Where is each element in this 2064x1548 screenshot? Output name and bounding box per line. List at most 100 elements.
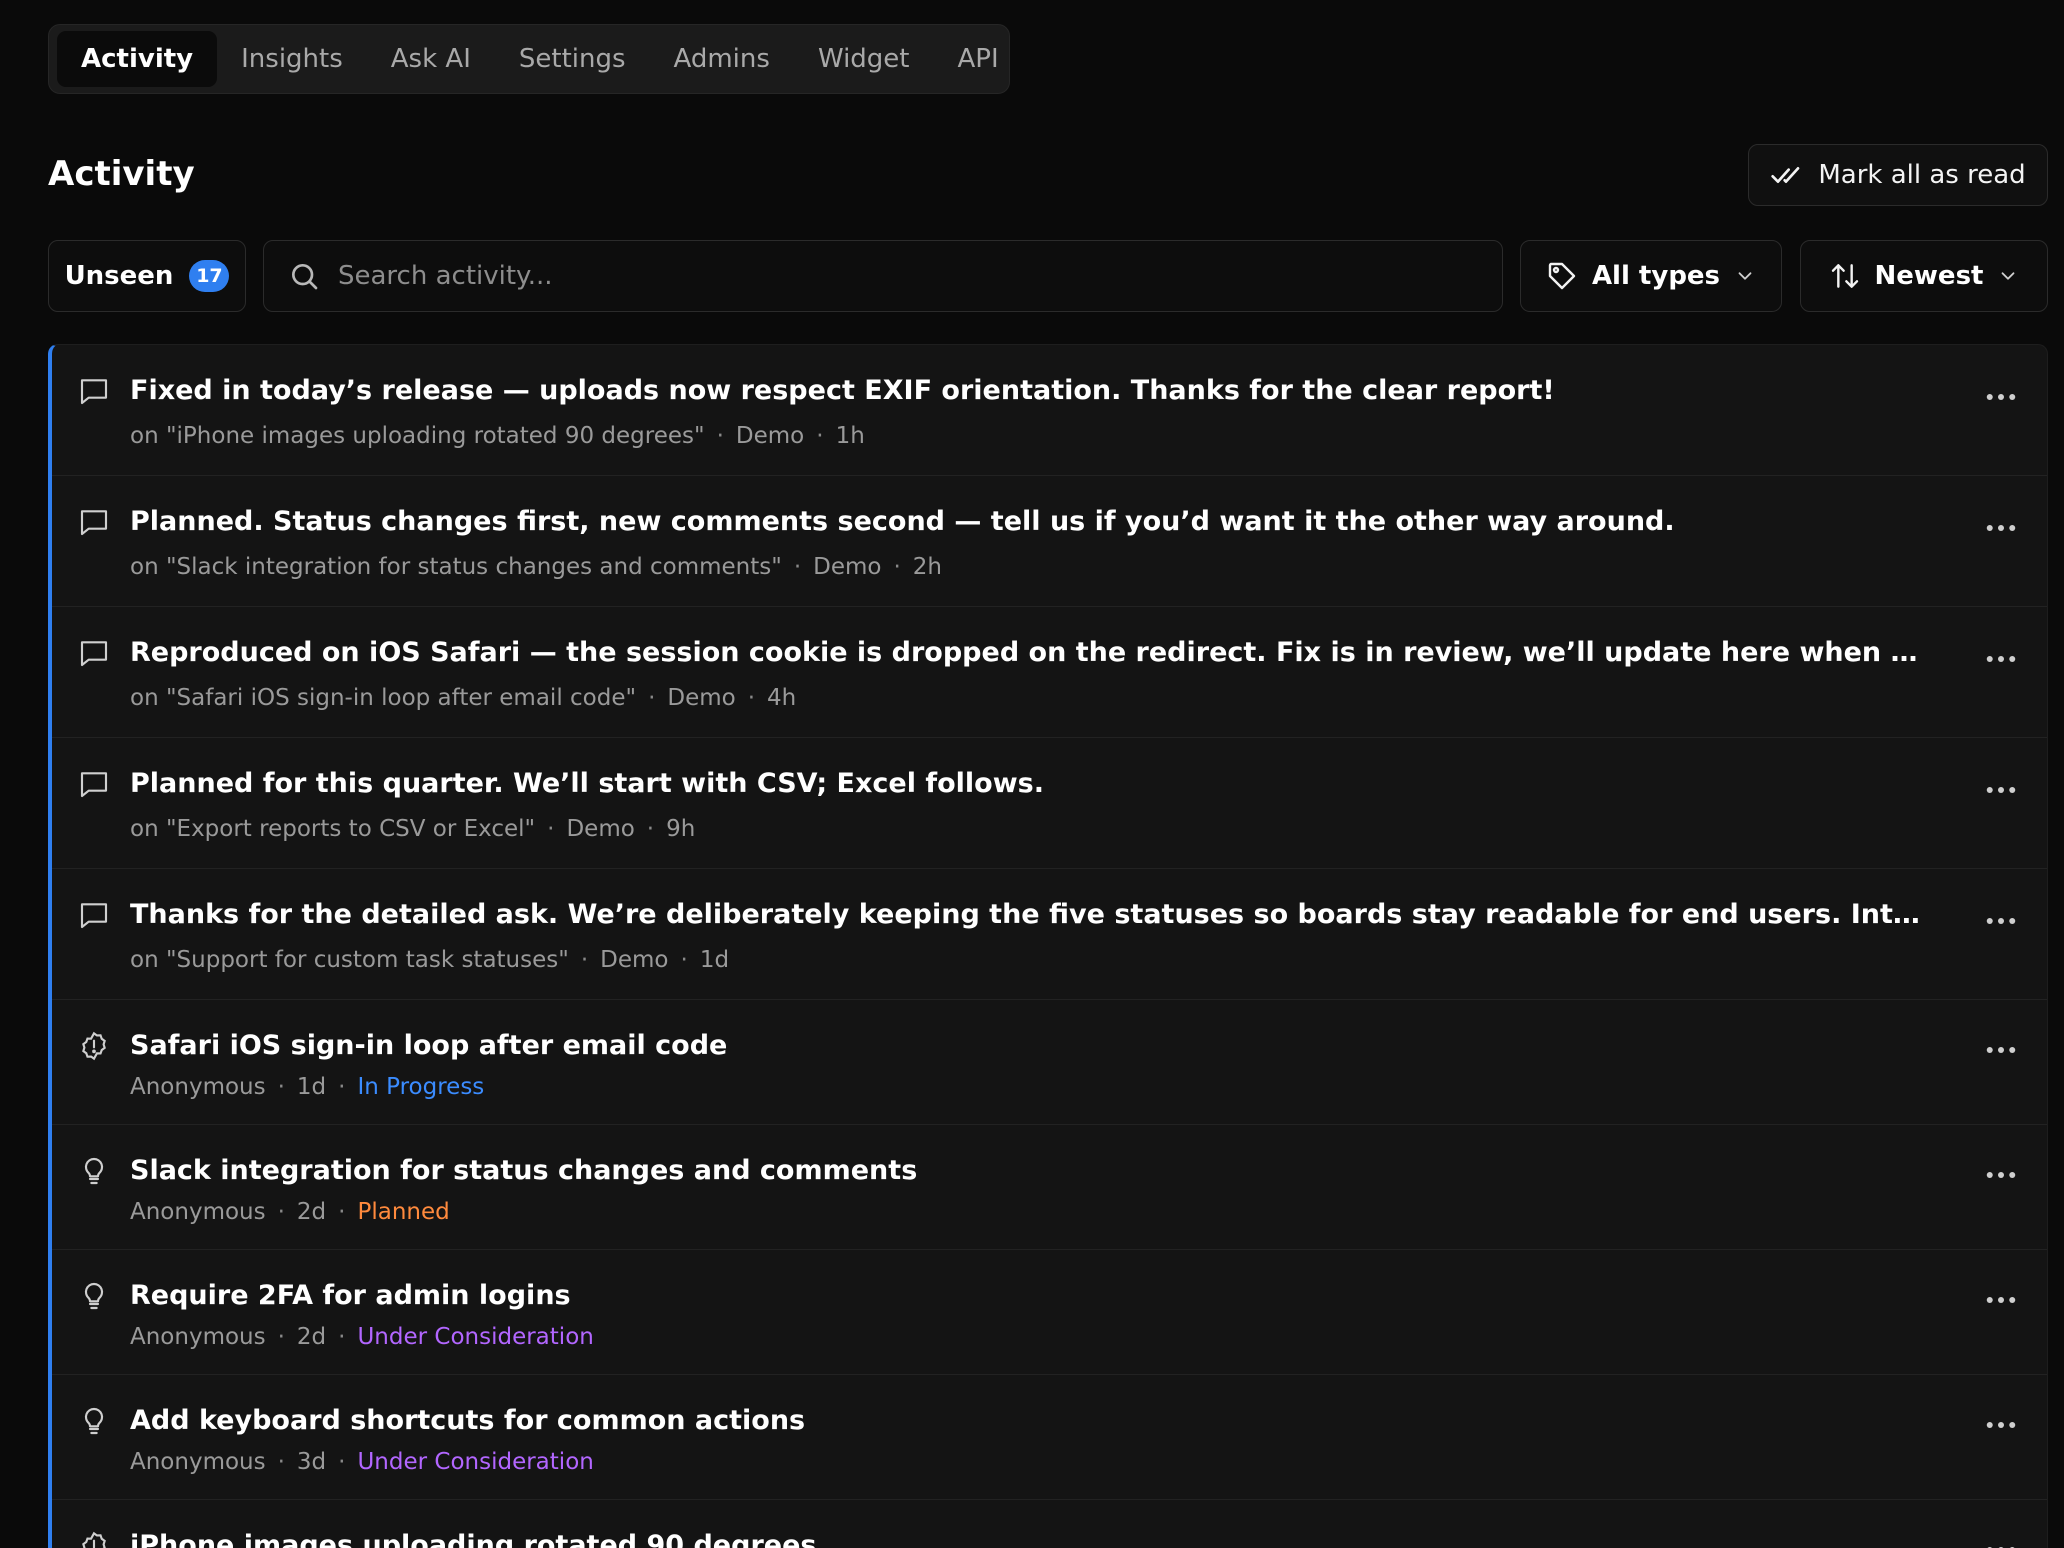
activity-time: 2d: [296, 1199, 327, 1225]
activity-author: Demo: [667, 685, 736, 711]
tab-admins[interactable]: Admins: [650, 31, 794, 87]
tab-insights[interactable]: Insights: [217, 31, 367, 87]
comment-icon: [78, 637, 110, 669]
tab-settings[interactable]: Settings: [495, 31, 650, 87]
separator-dot: ·: [747, 685, 756, 711]
chevron-down-icon: [2002, 272, 2015, 280]
bug-alert-icon: [78, 1030, 110, 1062]
separator-dot: ·: [338, 1324, 346, 1350]
activity-meta: on "iPhone images uploading rotated 90 d…: [130, 423, 865, 449]
more-options-icon[interactable]: [1981, 905, 2021, 937]
activity-row-comment[interactable]: Fixed in today’s release — uploads now r…: [52, 345, 2047, 476]
more-options-icon[interactable]: [1981, 774, 2021, 806]
separator-dot: ·: [338, 1074, 346, 1100]
lightbulb-icon: [78, 1155, 110, 1187]
comment-icon: [78, 375, 110, 407]
more-options-icon[interactable]: [1981, 512, 2021, 544]
activity-meta: Anonymous · 2d · Planned: [130, 1199, 450, 1225]
activity-author: Demo: [566, 816, 635, 842]
comment-icon: [78, 899, 110, 931]
activity-title[interactable]: Fixed in today’s release — uploads now r…: [130, 375, 1555, 406]
activity-title[interactable]: Reproduced on iOS Safari — the session c…: [130, 637, 1920, 668]
more-options-icon[interactable]: [1981, 1159, 2021, 1191]
activity-meta: on "Support for custom task statuses" · De…: [130, 947, 729, 973]
activity-author: Anonymous: [130, 1449, 266, 1475]
activity-row-comment[interactable]: Planned for this quarter. We’ll start wi…: [52, 738, 2047, 869]
status-label[interactable]: Under Consideration: [357, 1449, 593, 1475]
activity-time: 4h: [767, 685, 797, 711]
activity-title[interactable]: Slack integration for status changes and…: [130, 1155, 917, 1186]
type-filter-dropdown[interactable]: All types: [1520, 240, 1782, 312]
activity-context: on "Support for custom task statuses": [130, 947, 569, 973]
mark-all-read-button[interactable]: Mark all as read: [1748, 144, 2048, 206]
separator-dot: ·: [646, 816, 655, 842]
separator-dot: ·: [277, 1449, 285, 1475]
activity-meta: on "Export reports to CSV or Excel" · Demo…: [130, 816, 695, 842]
more-options-icon[interactable]: [1981, 1534, 2021, 1548]
more-options-icon[interactable]: [1981, 643, 2021, 675]
activity-time: 1d: [296, 1074, 327, 1100]
more-options-icon[interactable]: [1981, 381, 2021, 413]
unseen-toggle-button[interactable]: Unseen 17: [48, 240, 246, 312]
type-filter-label: All types: [1591, 261, 1721, 291]
activity-row-post[interactable]: iPhone images uploading rotated 90 degre…: [52, 1500, 2047, 1548]
separator-dot: ·: [680, 947, 688, 973]
activity-title[interactable]: Safari iOS sign-in loop after email code: [130, 1030, 727, 1061]
activity-meta: Anonymous · 2d · Under Consideration: [130, 1324, 594, 1350]
activity-title[interactable]: Planned for this quarter. We’ll start wi…: [130, 768, 1044, 799]
tab-api[interactable]: API: [934, 31, 1023, 87]
sort-arrows-icon: [1831, 264, 1858, 288]
activity-list: Fixed in today’s release — uploads now r…: [48, 344, 2048, 1548]
activity-row-comment[interactable]: Reproduced on iOS Safari — the session c…: [52, 607, 2047, 738]
more-options-icon[interactable]: [1981, 1284, 2021, 1316]
sort-dropdown[interactable]: Newest: [1800, 240, 2048, 312]
activity-meta: Anonymous · 3d · Under Consideration: [130, 1449, 594, 1475]
sort-label: Newest: [1874, 261, 1984, 291]
double-check-icon: [1771, 167, 1800, 183]
activity-title[interactable]: Thanks for the detailed ask. We’re delib…: [130, 899, 1920, 930]
bug-alert-icon: [78, 1530, 110, 1548]
search-input[interactable]: [336, 260, 1440, 292]
activity-row-comment[interactable]: Thanks for the detailed ask. We’re delib…: [52, 869, 2047, 1000]
search-box[interactable]: [263, 240, 1503, 312]
separator-dot: ·: [547, 816, 555, 842]
activity-time: 9h: [666, 816, 696, 842]
activity-row-post[interactable]: Add keyboard shortcuts for common action…: [52, 1375, 2047, 1500]
activity-row-comment[interactable]: Planned. Status changes first, new comme…: [52, 476, 2047, 607]
activity-meta: on "Safari iOS sign-in loop after email …: [130, 685, 796, 711]
comment-icon: [78, 506, 110, 538]
activity-context: on "Safari iOS sign-in loop after email …: [130, 685, 637, 711]
activity-row-post[interactable]: Safari iOS sign-in loop after email code…: [52, 1000, 2047, 1125]
unseen-count-badge: 17: [189, 260, 230, 292]
activity-title[interactable]: iPhone images uploading rotated 90 degre…: [130, 1530, 816, 1548]
status-label[interactable]: Planned: [357, 1199, 449, 1225]
status-label[interactable]: In Progress: [357, 1074, 484, 1100]
activity-page: Activity Insights Ask AI Settings Admins…: [0, 0, 2064, 1548]
separator-dot: ·: [277, 1324, 285, 1350]
tab-widget[interactable]: Widget: [794, 31, 934, 87]
activity-row-post[interactable]: Require 2FA for admin logins Anonymous · 2d…: [52, 1250, 2047, 1375]
tab-ask-ai[interactable]: Ask AI: [367, 31, 495, 87]
activity-author: Demo: [813, 554, 882, 580]
tab-bar: Activity Insights Ask AI Settings Admins…: [48, 24, 1010, 94]
lightbulb-icon: [78, 1405, 110, 1437]
separator-dot: ·: [648, 685, 656, 711]
separator-dot: ·: [277, 1074, 285, 1100]
page-title: Activity: [48, 154, 195, 194]
tag-icon: [1548, 262, 1576, 290]
activity-context: on "Export reports to CSV or Excel": [130, 816, 536, 842]
filter-bar: Unseen 17 All types New: [48, 240, 2048, 312]
more-options-icon[interactable]: [1981, 1409, 2021, 1441]
status-label[interactable]: Under Consideration: [357, 1324, 593, 1350]
activity-time: 1h: [835, 423, 865, 449]
activity-title[interactable]: Require 2FA for admin logins: [130, 1280, 571, 1311]
unseen-label: Unseen: [64, 261, 174, 291]
more-options-icon[interactable]: [1981, 1034, 2021, 1066]
tab-activity[interactable]: Activity: [57, 31, 218, 87]
activity-title[interactable]: Add keyboard shortcuts for common action…: [130, 1405, 805, 1436]
activity-row-post[interactable]: Slack integration for status changes and…: [52, 1125, 2047, 1250]
search-icon: [292, 264, 318, 290]
activity-time: 3d: [296, 1449, 327, 1475]
activity-title[interactable]: Planned. Status changes first, new comme…: [130, 506, 1675, 537]
activity-context: on "iPhone images uploading rotated 90 d…: [130, 423, 705, 449]
